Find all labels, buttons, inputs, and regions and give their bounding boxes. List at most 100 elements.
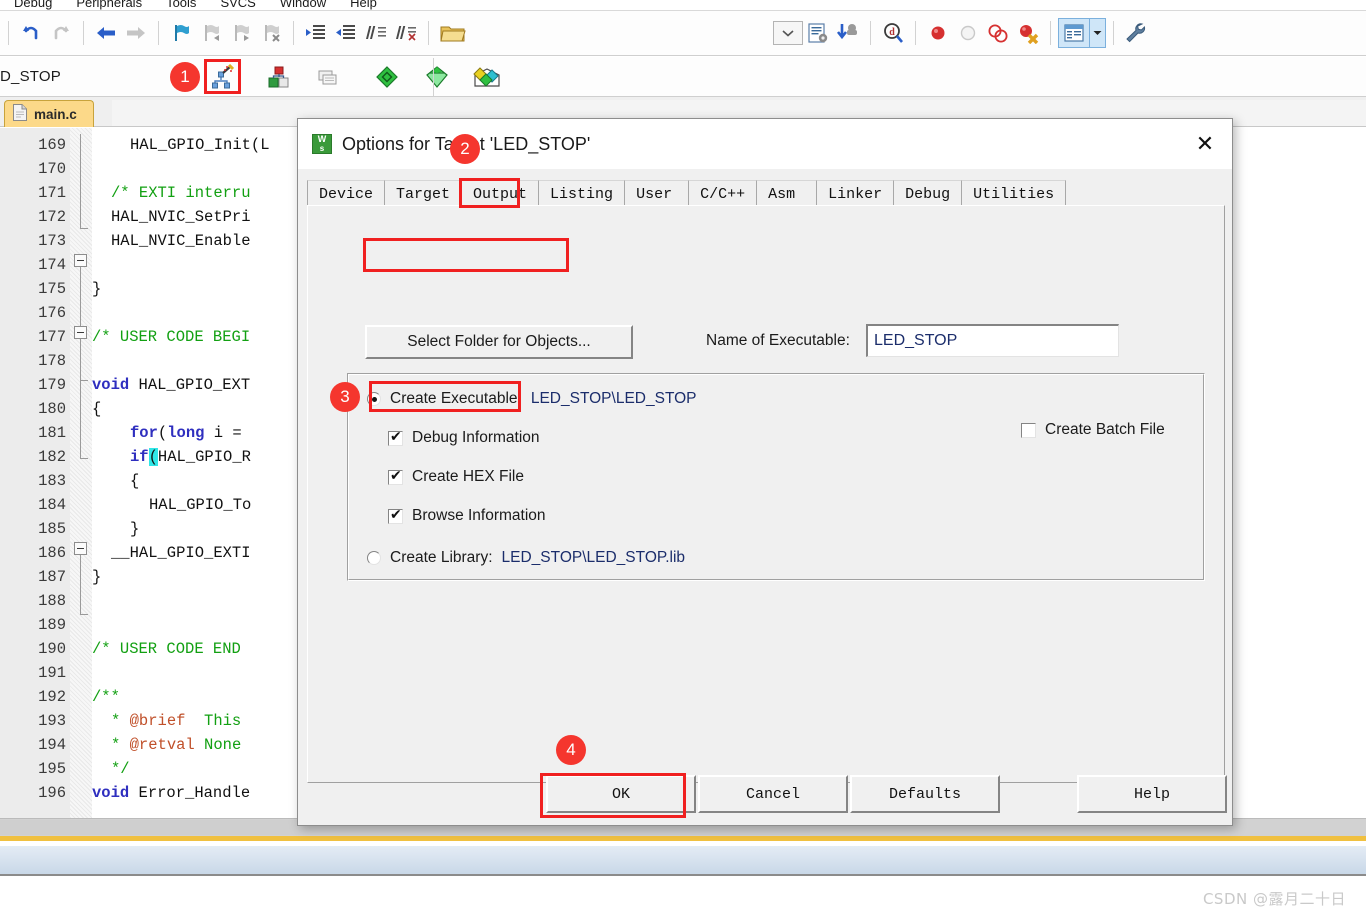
tab-asm[interactable]: Asm <box>756 180 817 207</box>
create-hex-file-checkbox[interactable] <box>388 468 403 485</box>
create-library-radio[interactable] <box>367 551 381 565</box>
manage-project-items-icon[interactable] <box>261 60 297 94</box>
create-batch-file-row[interactable]: Create Batch File <box>1021 421 1165 439</box>
code-line[interactable]: HAL_GPIO_Init(L <box>130 133 270 157</box>
browse-information-checkbox[interactable] <box>388 507 403 524</box>
bookmark-next-icon[interactable] <box>226 18 256 48</box>
menu-item-svcs[interactable]: SVCS <box>208 0 267 10</box>
code-line[interactable]: HAL_NVIC_Enable <box>111 229 251 253</box>
defaults-button[interactable]: Defaults <box>850 775 1000 813</box>
code-line[interactable]: HAL_NVIC_SetPri <box>111 205 251 229</box>
close-icon[interactable]: ✕ <box>1178 119 1232 169</box>
code-line[interactable]: { <box>92 397 101 421</box>
comment-selection-icon[interactable] <box>361 18 391 48</box>
select-folder-for-objects-button[interactable]: Select Folder for Objects... <box>365 325 633 359</box>
menu-item-debug[interactable]: Debug <box>2 0 64 10</box>
breakpoint-disable-icon[interactable] <box>953 18 983 48</box>
download-icon[interactable] <box>833 18 863 48</box>
fold-toggle-180[interactable] <box>74 254 87 267</box>
create-executable-radio[interactable] <box>367 392 381 406</box>
create-library-row[interactable]: Create Library: LED_STOP\LED_STOP.lib <box>367 549 685 567</box>
dialog-content-panel: Select Folder for Objects... Name of Exe… <box>307 205 1225 783</box>
create-library-label: Create Library: <box>390 549 493 566</box>
toolbar-separator <box>1050 21 1051 45</box>
tab-main-c[interactable]: main.c <box>4 100 94 127</box>
line-number: 188 <box>38 592 66 610</box>
tab-cpp[interactable]: C/C++ <box>688 180 757 207</box>
dialog-tab-bar[interactable]: Device Target Output Listing User C/C++ … <box>307 179 1225 207</box>
help-button[interactable]: Help <box>1077 775 1227 813</box>
debug-information-checkbox[interactable] <box>388 429 403 446</box>
code-line[interactable]: HAL_GPIO_To <box>149 493 251 517</box>
line-number: 185 <box>38 520 66 538</box>
create-executable-row[interactable]: Create Executable: LED_STOP\LED_STOP <box>367 390 697 408</box>
breakpoint-icon[interactable] <box>923 18 953 48</box>
navigate-forward-icon[interactable] <box>121 18 151 48</box>
indent-icon[interactable] <box>301 18 331 48</box>
config-wizard-icon[interactable] <box>803 18 833 48</box>
code-line[interactable]: void HAL_GPIO_EXT <box>92 373 250 397</box>
bookmark-clear-icon[interactable] <box>256 18 286 48</box>
build-icon[interactable] <box>369 60 405 94</box>
menu-item-help[interactable]: Help <box>338 0 389 10</box>
code-line[interactable]: /** <box>92 685 120 709</box>
code-line[interactable]: } <box>130 517 139 541</box>
menu-item-tools[interactable]: Tools <box>154 0 208 10</box>
navigate-back-icon[interactable] <box>91 18 121 48</box>
uncomment-selection-icon[interactable] <box>391 18 421 48</box>
manage-windows-dropdown[interactable] <box>1090 18 1106 48</box>
options-for-target-icon[interactable] <box>203 60 239 94</box>
create-batch-file-checkbox[interactable] <box>1021 422 1036 438</box>
tab-user[interactable]: User <box>624 180 689 207</box>
menu-item-window[interactable]: Window <box>268 0 338 10</box>
tab-listing[interactable]: Listing <box>538 180 625 207</box>
code-line[interactable]: * @brief This <box>111 709 241 733</box>
manage-windows-button[interactable] <box>1058 18 1090 48</box>
fold-toggle-192[interactable] <box>74 542 87 555</box>
debug-information-row[interactable]: Debug Information <box>388 429 540 447</box>
code-line[interactable]: for(long i = <box>130 421 251 445</box>
line-number: 183 <box>38 472 66 490</box>
undo-icon[interactable] <box>16 18 46 48</box>
bookmark-icon[interactable] <box>166 18 196 48</box>
code-line[interactable]: /* USER CODE END <box>92 637 241 661</box>
redo-icon[interactable] <box>46 18 76 48</box>
code-line[interactable]: } <box>92 277 101 301</box>
code-line[interactable]: __HAL_GPIO_EXTI <box>111 541 251 565</box>
cancel-button[interactable]: Cancel <box>698 775 848 813</box>
breakpoint-kill-all-icon[interactable] <box>1013 18 1043 48</box>
breakpoint-disable-all-icon[interactable] <box>983 18 1013 48</box>
rebuild-icon[interactable] <box>419 60 455 94</box>
fold-line <box>80 380 81 458</box>
bookmark-previous-icon[interactable] <box>196 18 226 48</box>
code-line[interactable]: void Error_Handle <box>92 781 250 805</box>
batch-build-icon[interactable] <box>311 60 347 94</box>
tab-utilities[interactable]: Utilities <box>961 180 1067 207</box>
code-line[interactable]: } <box>92 565 101 589</box>
code-line[interactable]: */ <box>111 757 130 781</box>
ok-button[interactable]: OK <box>546 775 696 813</box>
create-hex-file-row[interactable]: Create HEX File <box>388 468 524 486</box>
outdent-icon[interactable] <box>331 18 361 48</box>
open-file-icon[interactable] <box>436 18 470 48</box>
browse-information-row[interactable]: Browse Information <box>388 507 546 525</box>
name-of-executable-input[interactable]: LED_STOP <box>866 324 1119 357</box>
tab-debug[interactable]: Debug <box>893 180 962 207</box>
tab-device[interactable]: Device <box>307 180 385 207</box>
fold-toggle-183[interactable] <box>74 326 87 339</box>
tab-target[interactable]: Target <box>384 180 462 207</box>
menu-item-peripherals[interactable]: Peripherals <box>64 0 154 10</box>
target-dropdown-button[interactable] <box>773 21 803 45</box>
code-line[interactable]: /* USER CODE BEGI <box>92 325 250 349</box>
code-folding-column[interactable] <box>70 128 92 818</box>
tab-linker[interactable]: Linker <box>816 180 894 207</box>
settings-wrench-icon[interactable] <box>1121 18 1151 48</box>
tab-output[interactable]: Output <box>461 180 539 207</box>
options-for-target-dialog[interactable]: Ws Options for Target 'LED_STOP' ✕ Devic… <box>297 118 1233 826</box>
code-line[interactable]: * @retval None <box>111 733 241 757</box>
code-line[interactable]: /* EXTI interru <box>111 181 251 205</box>
translate-current-file-icon[interactable] <box>469 60 505 94</box>
code-line[interactable]: { <box>130 469 139 493</box>
code-line[interactable]: if(HAL_GPIO_R <box>130 445 251 469</box>
find-in-files-icon[interactable]: d <box>878 18 908 48</box>
